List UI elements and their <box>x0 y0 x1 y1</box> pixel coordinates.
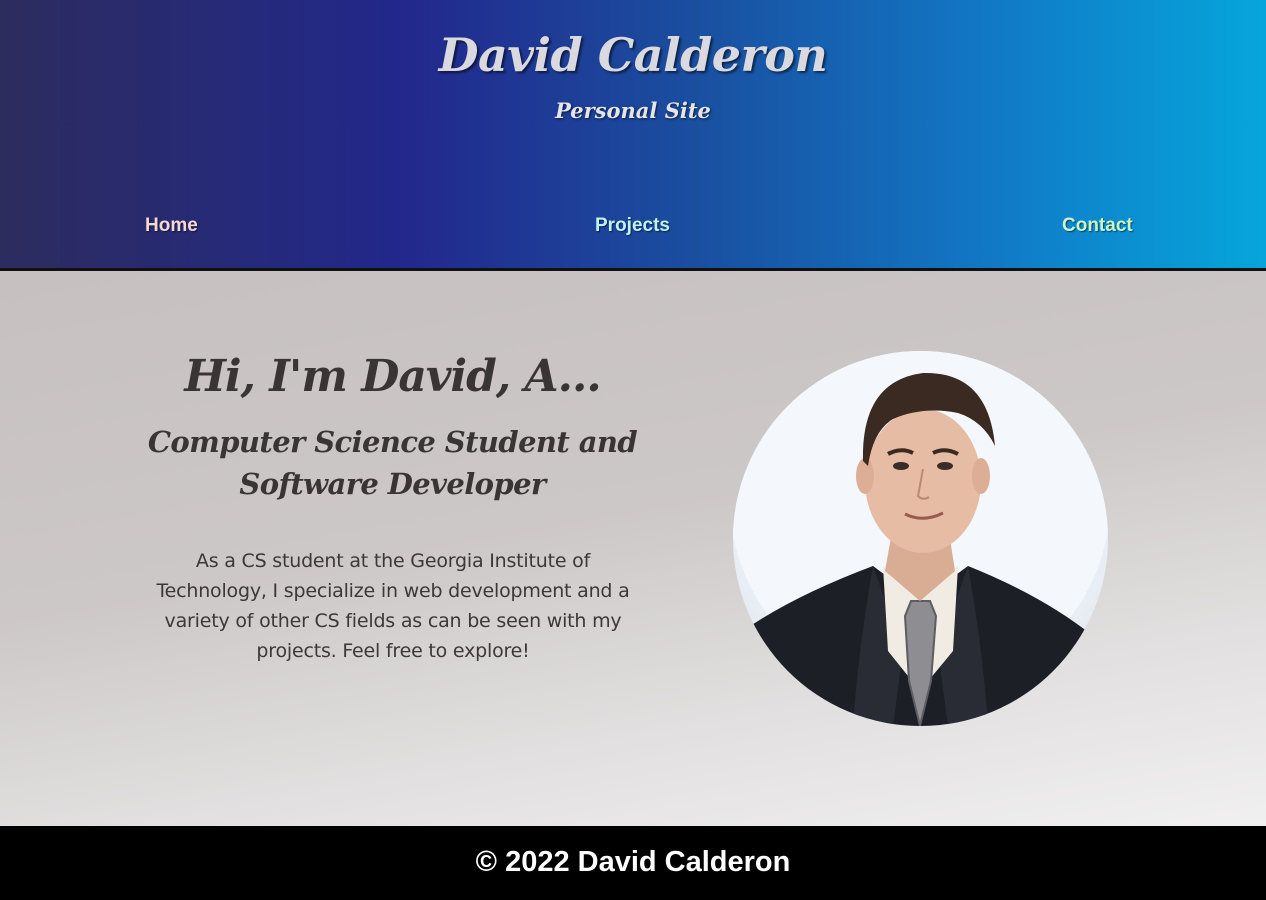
site-title: David Calderon <box>438 28 828 82</box>
nav-link-contact[interactable]: Contact <box>1062 215 1133 237</box>
nav-link-home[interactable]: Home <box>145 215 198 237</box>
footer-copyright: © 2022 David Calderon <box>475 846 791 878</box>
profile-photo <box>733 351 1108 726</box>
site-footer: © 2022 David Calderon <box>0 826 1266 900</box>
site-subtitle: Personal Site <box>555 98 711 123</box>
site-header: David Calderon Personal Site Home Projec… <box>0 0 1266 268</box>
hero-bio: As a CS student at the Georgia Institute… <box>156 550 630 662</box>
hero-greeting: Hi, I'm David, A... <box>184 351 601 402</box>
hero-section: Hi, I'm David, A... Computer Science Stu… <box>0 271 1266 826</box>
hero-role: Computer Science Student and Software De… <box>147 425 638 501</box>
nav-link-projects[interactable]: Projects <box>595 215 670 237</box>
